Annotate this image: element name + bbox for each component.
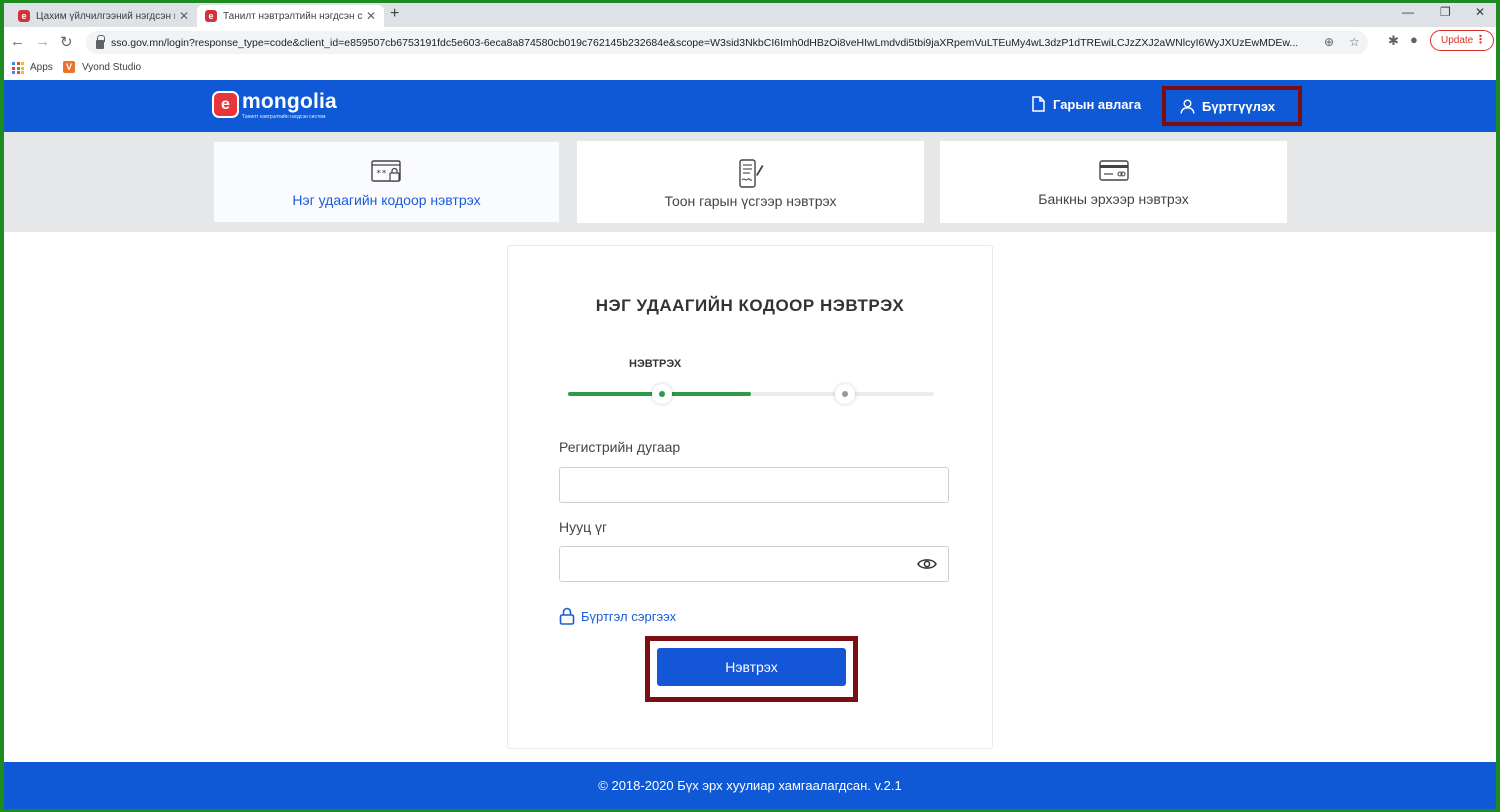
address-bar[interactable]: sso.gov.mn/login?response_type=code&clie… <box>86 31 1368 54</box>
step-dot-current <box>652 384 672 404</box>
secure-lock-icon <box>96 34 105 49</box>
tab-otp-login[interactable]: ** Нэг удаагийн кодоор нэвтрэх <box>213 141 560 223</box>
recover-label: Бүртгэл сэргээх <box>581 608 677 624</box>
site-header: e mongolia Танилт нэвтрэлтийн нэгдсэн си… <box>4 80 1496 132</box>
bank-card-icon <box>1098 160 1129 181</box>
update-label: Update <box>1441 35 1474 46</box>
tab-digital-signature-login[interactable]: Тоон гарын үсгээр нэвтрэх <box>577 141 924 223</box>
bookmarks-bar: Apps V Vyond Studio <box>4 58 1496 80</box>
padlock-icon <box>559 607 575 625</box>
minimize-window-icon[interactable]: — <box>1402 5 1414 19</box>
forward-arrow-icon[interactable]: → <box>35 33 50 50</box>
extensions-puzzle-icon[interactable]: ✱ <box>1388 33 1399 49</box>
method-label: Тоон гарын үсгээр нэвтрэх <box>664 193 837 209</box>
browser-tab-title: Танилт нэвтрэлтийн нэгдсэн си <box>223 10 362 22</box>
copyright-text: © 2018-2020 Бүх эрх хуулиар хамгаалагдса… <box>598 778 902 793</box>
login-method-tabs: ** Нэг удаагийн кодоор нэвтрэх Тоон гары… <box>4 132 1496 232</box>
digital-signature-icon <box>738 159 763 188</box>
address-url: sso.gov.mn/login?response_type=code&clie… <box>111 36 1299 49</box>
otp-code-icon: ** <box>370 160 401 182</box>
back-arrow-icon[interactable]: ← <box>10 33 25 50</box>
submit-highlight: Нэвтрэх <box>645 636 858 702</box>
close-tab-icon[interactable]: ✕ <box>366 9 376 23</box>
password-label: Нууц үг <box>559 519 608 535</box>
login-card: НЭГ УДААГИЙН КОДООР НЭВТРЭХ НЭВТРЭХ Реги… <box>507 245 993 749</box>
reload-icon[interactable]: ↻ <box>60 33 73 51</box>
register-button[interactable]: Бүртгүүлэх <box>1162 86 1302 126</box>
document-icon <box>1032 96 1045 112</box>
site-footer: © 2018-2020 Бүх эрх хуулиар хамгаалагдса… <box>4 762 1496 809</box>
kebab-menu-icon: ⋮ <box>1475 34 1486 46</box>
close-tab-icon[interactable]: ✕ <box>179 9 189 23</box>
method-label: Банкны эрхээр нэвтрэх <box>1038 191 1189 207</box>
emongolia-favicon-icon: e <box>205 10 217 22</box>
new-tab-button[interactable]: + <box>390 5 399 23</box>
vyond-icon: V <box>63 61 75 73</box>
zoom-icon[interactable]: ⊕ <box>1324 35 1334 49</box>
login-submit-button[interactable]: Нэвтрэх <box>657 648 846 686</box>
logo-name: mongolia <box>242 90 337 113</box>
emongolia-logo[interactable]: e mongolia Танилт нэвтрэлтийн нэгдсэн си… <box>212 91 337 120</box>
method-label: Нэг удаагийн кодоор нэвтрэх <box>292 192 481 208</box>
browser-toolbar: ← → ↻ sso.gov.mn/login?response_type=cod… <box>4 27 1496 58</box>
password-input[interactable] <box>559 546 949 582</box>
logo-tagline: Танилт нэвтрэлтийн нэгдсэн систем <box>242 114 326 120</box>
bookmark-vyond-studio[interactable]: Vyond Studio <box>82 62 141 73</box>
login-title: НЭГ УДААГИЙН КОДООР НЭВТРЭХ <box>595 296 905 315</box>
register-label: Бүртгүүлэх <box>1202 98 1276 114</box>
browser-tab-sso[interactable]: e Танилт нэвтрэлтийн нэгдсэн си ✕ <box>197 5 384 27</box>
register-number-label: Регистрийн дугаар <box>559 439 681 455</box>
profile-avatar-icon[interactable]: ● <box>1410 32 1418 47</box>
step-dot-next <box>835 384 855 404</box>
bookmark-star-icon[interactable]: ☆ <box>1349 35 1360 49</box>
step-label: НЭВТРЭХ <box>629 358 682 370</box>
logo-wordmark: mongolia Танилт нэвтрэлтийн нэгдсэн сист… <box>242 90 337 121</box>
svg-text:**: ** <box>376 169 387 179</box>
register-number-input[interactable] <box>559 467 949 503</box>
emongolia-favicon-icon: e <box>18 10 30 22</box>
manual-link[interactable]: Гарын авлага <box>1032 96 1141 112</box>
close-window-icon[interactable]: ✕ <box>1475 5 1485 19</box>
show-password-eye-icon[interactable] <box>917 557 937 571</box>
recover-account-link[interactable]: Бүртгэл сэргээх <box>559 607 676 625</box>
tab-bank-login[interactable]: Банкны эрхээр нэвтрэх <box>940 141 1287 223</box>
apps-grid-icon[interactable] <box>12 62 24 74</box>
logo-e-icon: e <box>212 91 239 118</box>
browser-tab-title: Цахим үйлчилгээний нэгдсэн п <box>36 10 175 22</box>
browser-tab-egov[interactable]: e Цахим үйлчилгээний нэгдсэн п ✕ <box>10 5 197 27</box>
user-icon <box>1180 99 1195 114</box>
bookmark-apps[interactable]: Apps <box>30 62 53 73</box>
restore-window-icon[interactable]: ❐ <box>1440 5 1451 19</box>
update-chrome-button[interactable]: Update ⋮ <box>1430 30 1494 51</box>
manual-label: Гарын авлага <box>1053 96 1142 112</box>
tab-strip: e Цахим үйлчилгээний нэгдсэн п ✕ e Танил… <box>4 3 1496 27</box>
step-progress-bar <box>568 392 934 396</box>
browser-window: e Цахим үйлчилгээний нэгдсэн п ✕ e Танил… <box>4 3 1496 809</box>
